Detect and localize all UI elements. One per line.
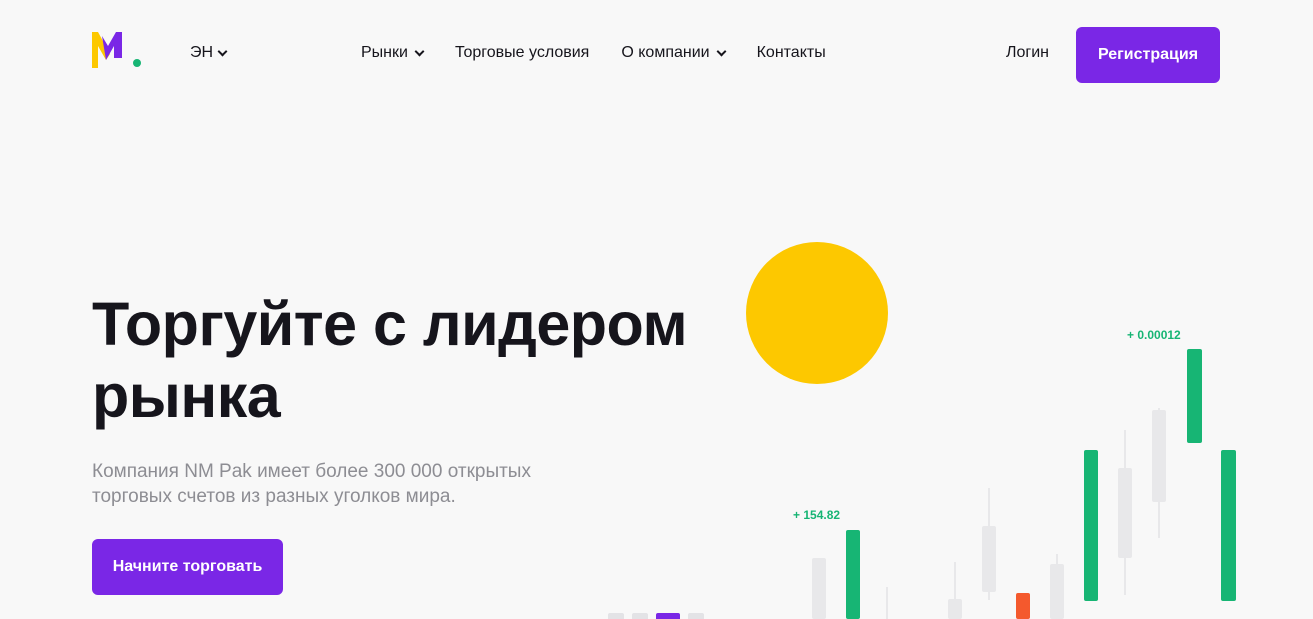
candle-green	[1084, 450, 1098, 601]
hero-title-line: Торгуйте с лидером	[92, 290, 688, 358]
candle-green	[1221, 450, 1236, 601]
candle-gray	[948, 599, 962, 619]
slider-dot[interactable]	[688, 613, 704, 619]
start-trading-button[interactable]: Начните торговать	[92, 539, 283, 595]
nav-item-trading-conditions[interactable]: Торговые условия	[455, 44, 589, 62]
nav-item-label: Торговые условия	[454, 44, 590, 61]
candle-gray	[982, 526, 996, 592]
candle-gray	[1152, 410, 1166, 502]
brand-logo[interactable]	[92, 32, 142, 68]
nav-item-label: Контакты	[756, 44, 826, 61]
main-nav: Рынки Торговые условия О компании Контак…	[361, 44, 826, 62]
candle-red	[1016, 593, 1030, 619]
hero-subtitle-line: торговых счетов из разных уголков мира.	[92, 486, 456, 507]
language-selector[interactable]: ЭН	[190, 44, 228, 62]
chart-label-right: + 0.00012	[1127, 328, 1181, 342]
slider-dot-active[interactable]	[656, 613, 680, 619]
candle-gray	[1050, 564, 1064, 619]
chevron-down-icon	[217, 46, 228, 56]
nav-item-contacts[interactable]: Контакты	[757, 44, 826, 62]
nav-item-about[interactable]: О компании	[621, 44, 727, 62]
chevron-down-icon	[414, 46, 425, 56]
candle-gray	[1118, 468, 1132, 558]
candle-green	[1187, 349, 1202, 443]
hero-subtitle-line: Компания NM Pak имеет более 300 000 откр…	[92, 461, 531, 482]
candle-green	[846, 530, 860, 619]
hero-subtitle: Компания NM Pak имеет более 300 000 откр…	[92, 459, 592, 509]
decorative-candlestick-chart: + 154.82 + 0.00012	[793, 328, 1236, 619]
chart-label-left: + 154.82	[793, 508, 840, 522]
login-link[interactable]: Логин	[1006, 44, 1049, 62]
nav-item-markets[interactable]: Рынки	[361, 44, 425, 62]
candle-gray	[812, 558, 826, 619]
slider-dot[interactable]	[632, 613, 648, 619]
nav-item-label: Рынки	[361, 44, 408, 61]
register-button[interactable]: Регистрация	[1076, 27, 1220, 83]
hero-title-line: рынка	[92, 362, 281, 430]
nav-item-label: О компании	[621, 44, 710, 61]
hero-title: Торгуйте с лидером рынка	[92, 288, 712, 432]
chevron-down-icon	[716, 46, 727, 56]
language-label: ЭН	[190, 44, 214, 61]
slider-dot[interactable]	[608, 613, 624, 619]
slider-pagination	[608, 613, 704, 619]
